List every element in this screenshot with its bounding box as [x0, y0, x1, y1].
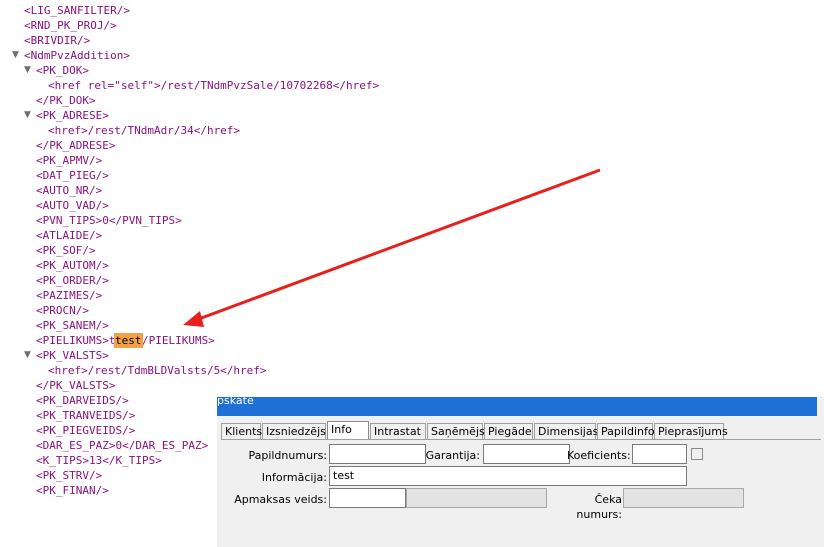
xml-line: <PK_SOF/>: [36, 244, 96, 257]
tab-dimensijas[interactable]: Dimensijas: [534, 423, 598, 439]
xml-line: </PK_ADRESE>: [36, 139, 116, 152]
xml-line: <PK_TRANVEIDS/>: [36, 409, 136, 422]
search-highlight: test: [114, 333, 143, 348]
xml-line: <NdmPvzAddition>: [24, 49, 130, 62]
apmaksas-veids-input[interactable]: [329, 488, 406, 508]
koeficients-input[interactable]: [632, 444, 687, 464]
document-window: pskate Klients Izsniedzējs Info Intrasta…: [217, 397, 824, 547]
tab-papildinfo[interactable]: Papildinfo: [597, 423, 655, 439]
garantija-label: Garantija:: [425, 449, 480, 462]
xml-line: <AUTO_VAD/>: [36, 199, 109, 212]
collapse-triangle-icon[interactable]: ▼: [24, 108, 31, 123]
tab-pieprasijums[interactable]: Pieprasījums: [654, 423, 728, 439]
xml-line: <PK_APMV/>: [36, 154, 103, 167]
ceka-numurs-label: Čeka numurs:: [576, 493, 622, 521]
window-titlebar[interactable]: pskate: [217, 397, 817, 416]
tab-piegade[interactable]: Piegāde: [484, 423, 533, 439]
xml-line: <K_TIPS>13</K_TIPS>: [36, 454, 162, 467]
xml-line: <PK_VALSTS>: [36, 349, 109, 362]
tab-klients[interactable]: Klients: [221, 423, 262, 439]
xml-line: <RND_PK_PROJ/>: [24, 19, 117, 32]
xml-line: <AUTO_NR/>: [36, 184, 103, 197]
xml-line: <href>/rest/TNdmAdr/34</href>: [48, 124, 241, 137]
xml-line: <PK_ADRESE>: [36, 109, 109, 122]
tab-divider: [221, 439, 821, 440]
xml-line: <PK_PIEGVEIDS/>: [36, 424, 136, 437]
collapse-triangle-icon[interactable]: ▼: [24, 63, 31, 78]
xml-line: <PK_ORDER/>: [36, 274, 109, 287]
garantija-input[interactable]: [483, 444, 570, 464]
xml-line: <PK_STRV/>: [36, 469, 103, 482]
xml-line: <ATLAIDE/>: [36, 229, 103, 242]
informacija-label: Informācija:: [261, 471, 327, 484]
apmaksas-veids-label: Apmaksas veids:: [234, 493, 327, 506]
koeficients-checkbox[interactable]: [691, 448, 703, 460]
koeficients-label: Koeficients:: [567, 449, 631, 462]
xml-line: <PK_DARVEIDS/>: [36, 394, 129, 407]
xml-line: <PK_FINAN/>: [36, 484, 109, 497]
tab-intrastat[interactable]: Intrastat: [370, 423, 426, 439]
xml-line: <PK_AUTOM/>: [36, 259, 109, 272]
collapse-triangle-icon[interactable]: ▼: [24, 348, 31, 363]
xml-line: <BRIVDIR/>: [24, 34, 91, 47]
xml-line: <PVN_TIPS>0</PVN_TIPS>: [36, 214, 182, 227]
xml-line: <DAT_PIEG/>: [36, 169, 109, 182]
xml-line: </PK_DOK>: [36, 94, 96, 107]
xml-line: <PROCN/>: [36, 304, 89, 317]
ceka-numurs-input: [623, 488, 744, 508]
tab-info[interactable]: Info: [327, 421, 369, 440]
xml-line: <LIG_SANFILTER/>: [24, 4, 130, 17]
tab-sanemejs[interactable]: Saņēmējs: [427, 423, 485, 439]
collapse-triangle-icon[interactable]: ▼: [12, 48, 19, 63]
xml-line: </PK_VALSTS>: [36, 379, 116, 392]
xml-line: <PK_SANEM/>: [36, 319, 109, 332]
xml-line: <href rel="self">/rest/TNdmPvzSale/10702…: [48, 79, 380, 92]
informacija-input[interactable]: test: [329, 466, 687, 486]
xml-line: <PAZIMES/>: [36, 289, 103, 302]
xml-line: <DAR_ES_PAZ>0</DAR_ES_PAZ>: [36, 439, 209, 452]
tab-izsniedzejs[interactable]: Izsniedzējs: [262, 423, 326, 439]
papildnumurs-label: Papildnumurs:: [248, 449, 327, 462]
xml-line: <PK_DOK>: [36, 64, 89, 77]
xml-line: <href>/rest/TdmBLDValsts/5</href>: [48, 364, 267, 377]
window-title: pskate: [217, 397, 254, 407]
papildnumurs-input[interactable]: [329, 444, 426, 464]
apmaksas-veids-description: [406, 488, 547, 508]
